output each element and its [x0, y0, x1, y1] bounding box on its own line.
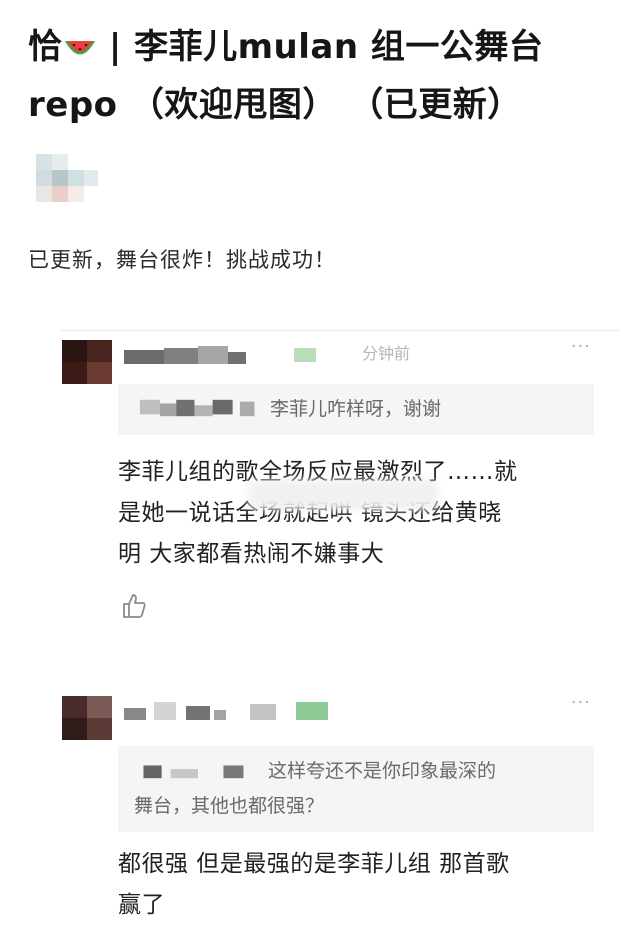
quoted-user-name [139, 399, 255, 417]
quoted-reply: 李菲儿咋样呀，谢谢 [118, 384, 594, 435]
quote-text: 李菲儿咋样呀，谢谢 [270, 398, 442, 420]
author-avatar[interactable] [36, 154, 98, 202]
quote-text-line2: 舞台，其他也都很强？ [134, 795, 325, 817]
quote-text-line1: 这样夸还不是你印象最深的 [268, 760, 497, 782]
redaction-blur [248, 480, 438, 510]
commenter-name[interactable] [124, 700, 344, 722]
watermelon-icon [64, 41, 95, 55]
commenter-name[interactable] [124, 344, 344, 366]
comment-text: 都很强 但是最强的是李菲儿组 那首歌 赢了 [118, 851, 510, 918]
post-body: 已更新，舞台很炸！挑战成功！ [28, 248, 336, 272]
comment-time: 分钟前 [362, 344, 411, 363]
more-options-icon[interactable]: ··· [571, 336, 591, 357]
more-options-icon[interactable]: ··· [571, 692, 591, 713]
divider [60, 330, 620, 331]
quoted-user-name [143, 765, 244, 779]
commenter-avatar[interactable] [62, 696, 112, 740]
commenter-avatar[interactable] [62, 340, 112, 384]
comment-text: 李菲儿组的歌全场反应最激烈了……就 是她一说话全场就起哄 镜头还给黄晓 明 大家… [118, 459, 518, 567]
like-icon[interactable] [120, 592, 148, 620]
post-title-line1: 恰 | 李菲儿mulan 组一公舞台 [28, 27, 544, 67]
post-title-line2: repo （欢迎甩图） （已更新） [28, 85, 522, 125]
quoted-reply: 这样夸还不是你印象最深的 舞台，其他也都很强？ [118, 746, 594, 832]
post-title: 恰 | 李菲儿mulan 组一公舞台 repo （欢迎甩图） （已更新） [28, 18, 618, 134]
